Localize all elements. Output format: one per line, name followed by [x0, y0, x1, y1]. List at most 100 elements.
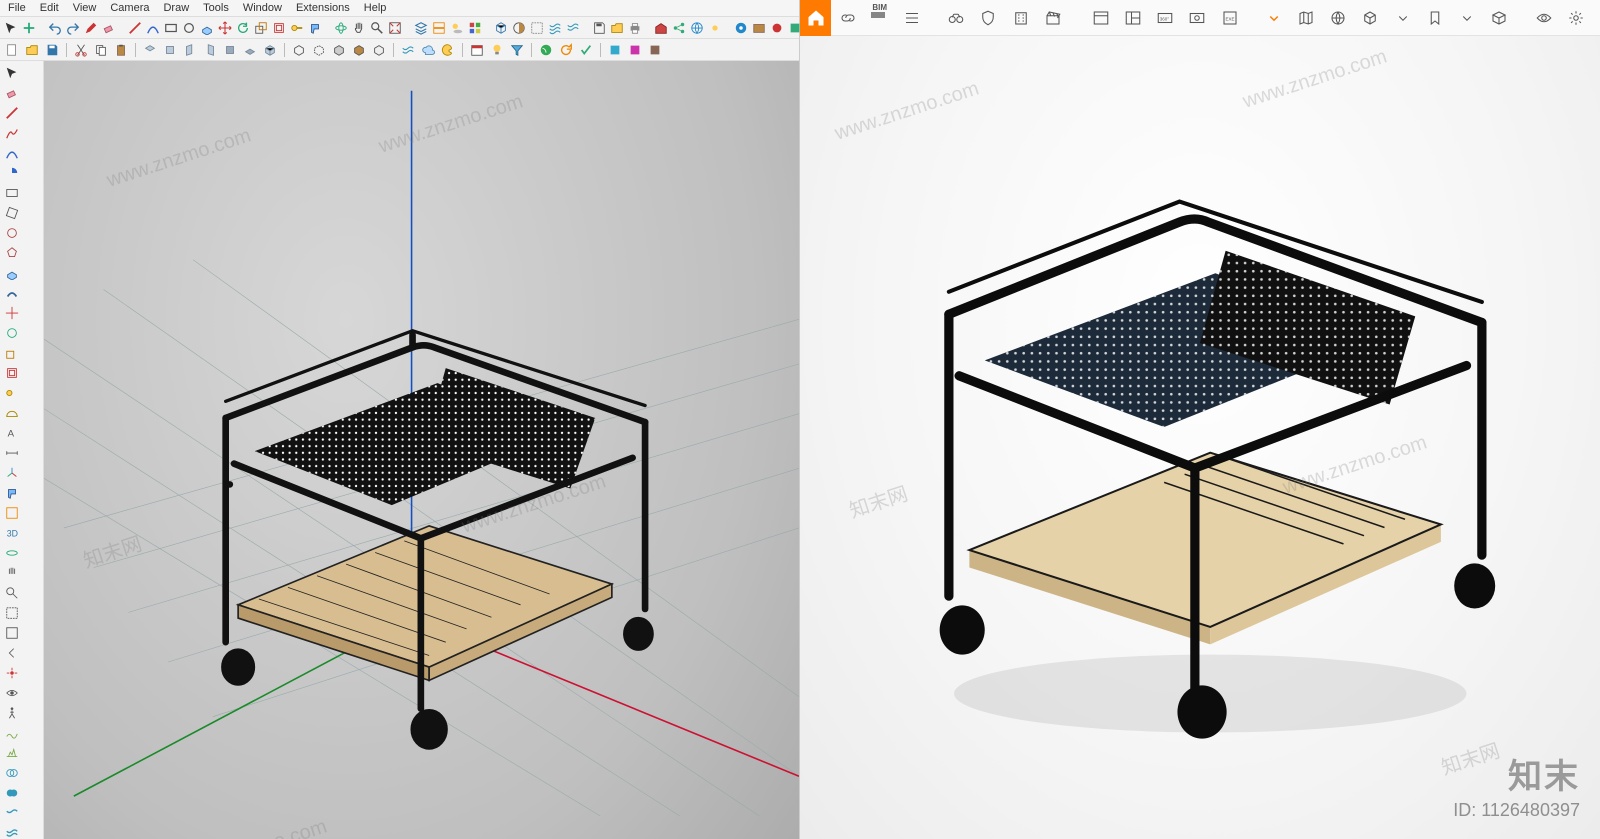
- bulb-icon[interactable]: [489, 42, 505, 58]
- bim-icon[interactable]: BIM: [867, 3, 893, 33]
- w2-icon[interactable]: [3, 824, 20, 839]
- palette-icon[interactable]: [440, 42, 456, 58]
- map-icon[interactable]: [1293, 3, 1319, 33]
- menu-tools[interactable]: Tools: [203, 2, 229, 14]
- exe-icon[interactable]: EXE: [1216, 3, 1242, 33]
- era-icon[interactable]: [3, 84, 20, 101]
- wave-b-icon[interactable]: [400, 42, 416, 58]
- menu-extensions[interactable]: Extensions: [296, 2, 350, 14]
- undo-icon[interactable]: [48, 20, 62, 36]
- copy-icon[interactable]: [93, 42, 109, 58]
- w1-icon[interactable]: [3, 804, 20, 821]
- offset-icon[interactable]: [272, 20, 286, 36]
- materials-icon[interactable]: [512, 20, 526, 36]
- zoomw-icon[interactable]: [3, 604, 20, 621]
- sun-icon[interactable]: [708, 20, 722, 36]
- pie-icon[interactable]: [3, 164, 20, 181]
- tape2-icon[interactable]: [3, 384, 20, 401]
- components-icon[interactable]: [494, 20, 508, 36]
- prev-icon[interactable]: [3, 644, 20, 661]
- menu-draw[interactable]: Draw: [163, 2, 189, 14]
- menu-view[interactable]: View: [73, 2, 97, 14]
- pan-icon[interactable]: [352, 20, 366, 36]
- move-icon[interactable]: [218, 20, 232, 36]
- cut-icon[interactable]: [73, 42, 89, 58]
- geo2-icon[interactable]: [538, 42, 554, 58]
- shield-icon[interactable]: [975, 3, 1001, 33]
- rrect-icon[interactable]: [3, 204, 20, 221]
- paste-icon[interactable]: [113, 42, 129, 58]
- check-icon[interactable]: [578, 42, 594, 58]
- zoom-icon[interactable]: [370, 20, 384, 36]
- poly-icon[interactable]: [3, 244, 20, 261]
- pano-icon[interactable]: 360°: [1152, 3, 1178, 33]
- home-button[interactable]: [800, 0, 831, 36]
- rot-icon[interactable]: [3, 324, 20, 341]
- waves2-icon[interactable]: [566, 20, 580, 36]
- xray-icon[interactable]: [530, 20, 544, 36]
- walk-icon[interactable]: [3, 704, 20, 721]
- paint-icon[interactable]: [308, 20, 322, 36]
- eye-icon[interactable]: [1531, 3, 1557, 33]
- binoculars-icon[interactable]: [943, 3, 969, 33]
- print-icon[interactable]: [628, 20, 642, 36]
- clapper-icon[interactable]: [1040, 3, 1066, 33]
- iso-iso-icon[interactable]: [262, 42, 278, 58]
- ext-warehouse-icon[interactable]: [654, 20, 668, 36]
- rotate-icon[interactable]: [236, 20, 250, 36]
- chevron-down3-icon[interactable]: [1454, 3, 1480, 33]
- zoom2-icon[interactable]: [3, 584, 20, 601]
- open2-icon[interactable]: [24, 42, 40, 58]
- globe-icon[interactable]: [1325, 3, 1351, 33]
- shaded-icon[interactable]: [331, 42, 347, 58]
- txt-icon[interactable]: A: [3, 424, 20, 441]
- rect2-icon[interactable]: [3, 184, 20, 201]
- scl-icon[interactable]: [3, 344, 20, 361]
- menu-icon[interactable]: [899, 3, 925, 33]
- menu-camera[interactable]: Camera: [110, 2, 149, 14]
- sel-icon[interactable]: [3, 64, 20, 81]
- dim-icon[interactable]: [3, 444, 20, 461]
- scale-icon[interactable]: [254, 20, 268, 36]
- shadow-icon[interactable]: [450, 20, 464, 36]
- menu-file[interactable]: File: [8, 2, 26, 14]
- render-viewport[interactable]: www.znzmo.com www.znzmo.com 知末网 www.znzm…: [800, 36, 1600, 839]
- sect-icon[interactable]: [3, 504, 20, 521]
- pushpull-icon[interactable]: [200, 20, 214, 36]
- rect-icon[interactable]: [164, 20, 178, 36]
- iso-top-icon[interactable]: [142, 42, 158, 58]
- 3dt-icon[interactable]: 3D: [3, 524, 20, 541]
- lin-icon[interactable]: [3, 104, 20, 121]
- pp-icon[interactable]: [3, 264, 20, 281]
- waves-icon[interactable]: [548, 20, 562, 36]
- open-icon[interactable]: [610, 20, 624, 36]
- plus-icon[interactable]: [22, 20, 36, 36]
- iso-bottom-icon[interactable]: [242, 42, 258, 58]
- chevron-down-icon[interactable]: [1261, 3, 1287, 33]
- circle-icon[interactable]: [182, 20, 196, 36]
- iso-front-icon[interactable]: [162, 42, 178, 58]
- eraser-icon[interactable]: [102, 20, 116, 36]
- eyebox-icon[interactable]: [1184, 3, 1210, 33]
- zoomext-icon[interactable]: [388, 20, 402, 36]
- bookmark-icon[interactable]: [1422, 3, 1448, 33]
- plugin1-icon[interactable]: [607, 42, 623, 58]
- menu-help[interactable]: Help: [364, 2, 387, 14]
- redo-icon[interactable]: [66, 20, 80, 36]
- styles-icon[interactable]: [468, 20, 482, 36]
- line-icon[interactable]: [128, 20, 142, 36]
- hidden-icon[interactable]: [311, 42, 327, 58]
- cursor-icon[interactable]: [4, 20, 18, 36]
- layout-icon[interactable]: [1120, 3, 1146, 33]
- date-icon[interactable]: [469, 42, 485, 58]
- axes-icon[interactable]: [3, 464, 20, 481]
- wire-icon[interactable]: [291, 42, 307, 58]
- pan2-icon[interactable]: [3, 564, 20, 581]
- tape-icon[interactable]: [290, 20, 304, 36]
- chevron-down2-icon[interactable]: [1390, 3, 1416, 33]
- arc2-icon[interactable]: [3, 144, 20, 161]
- refresh-icon[interactable]: [558, 42, 574, 58]
- building-icon[interactable]: [1008, 3, 1034, 33]
- record-icon[interactable]: [770, 20, 784, 36]
- pencil-icon[interactable]: [84, 20, 98, 36]
